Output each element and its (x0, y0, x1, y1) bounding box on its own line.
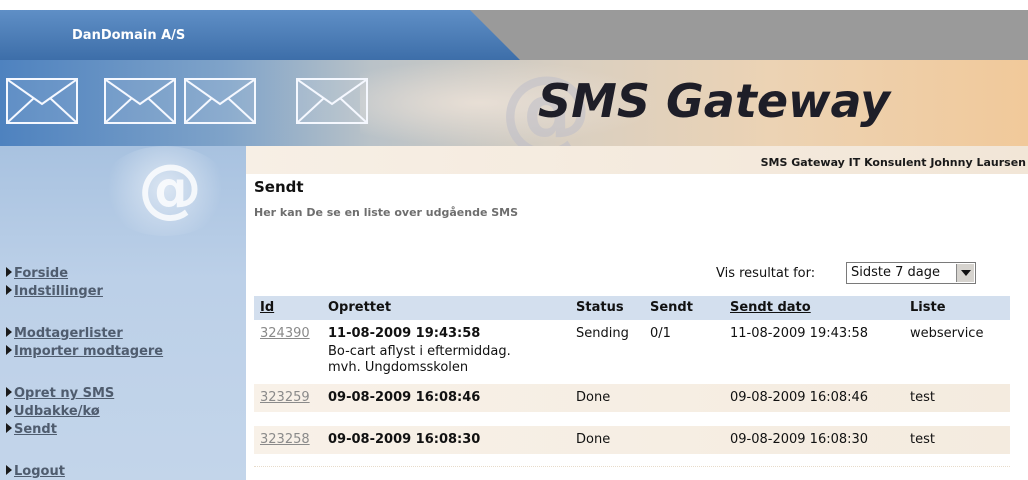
nav-udbakke-label: Udbakke/kø (14, 404, 100, 419)
top-bar: DanDomain A/S (0, 0, 1028, 60)
consultant-name: SMS Gateway IT Konsulent Johnny Laursen (760, 156, 1026, 169)
nav-importer-label: Importer modtagere (14, 344, 164, 359)
row-id-link[interactable]: 323258 (260, 432, 310, 447)
page-subtitle: Her kan De se en liste over udgående SMS (254, 206, 519, 219)
table-divider (254, 466, 1010, 467)
arrow-right-icon (6, 465, 12, 475)
row-list: webservice (910, 326, 984, 341)
nav-forside[interactable]: Forside (6, 266, 68, 281)
row-created: 11-08-2009 19:43:58 (328, 326, 481, 341)
envelope-icon (104, 78, 176, 124)
nav-logout[interactable]: Logout (6, 464, 65, 479)
nav-modtagerlister[interactable]: Modtagerlister (6, 326, 123, 341)
row-message-line: mvh. Ungdomsskolen (328, 360, 469, 375)
envelope-icon (296, 78, 368, 124)
column-header-list: Liste (910, 300, 946, 315)
row-id-link[interactable]: 323259 (260, 390, 310, 405)
arrow-right-icon (6, 423, 12, 433)
arrow-right-icon (6, 285, 12, 295)
app-title: SMS Gateway (538, 74, 891, 128)
table-header: Id Oprettet Status Sendt Sendt dato List… (254, 296, 1010, 320)
table-row: 323259 09-08-2009 16:08:46 Done 09-08-20… (254, 384, 1010, 412)
row-status: Done (576, 390, 611, 405)
nav-logout-label: Logout (14, 464, 65, 479)
row-status: Done (576, 432, 611, 447)
table-row: 324390 11-08-2009 19:43:58 Bo-cart aflys… (254, 322, 1010, 380)
nav-indstillinger[interactable]: Indstillinger (6, 284, 103, 299)
row-list: test (910, 432, 935, 447)
row-created: 09-08-2009 16:08:46 (328, 390, 481, 405)
period-select-value: Sidste 7 dage (851, 265, 940, 280)
header-banner: @ SMS Gateway (0, 60, 1028, 146)
nav-forside-label: Forside (14, 266, 69, 281)
arrow-right-icon (6, 405, 12, 415)
row-id-link[interactable]: 324390 (260, 326, 310, 341)
nav-sendt-label: Sendt (14, 422, 57, 437)
arrow-right-icon (6, 345, 12, 355)
company-tab[interactable]: DanDomain A/S (0, 10, 520, 60)
arrow-right-icon (6, 327, 12, 337)
column-header-sent-date[interactable]: Sendt dato (730, 300, 811, 315)
sidebar: @ Forside Indstillinger Modtagerlister I… (0, 146, 246, 480)
row-sent-date: 09-08-2009 16:08:46 (730, 390, 869, 405)
row-created: 09-08-2009 16:08:30 (328, 432, 481, 447)
arrow-right-icon (6, 267, 12, 277)
period-select[interactable]: Sidste 7 dage (846, 262, 976, 284)
main-content: SMS Gateway IT Konsulent Johnny Laursen … (246, 146, 1028, 480)
nav-opret-ny-sms[interactable]: Opret ny SMS (6, 386, 114, 401)
table-row: 323258 09-08-2009 16:08:30 Done 09-08-20… (254, 426, 1010, 454)
nav-opret-label: Opret ny SMS (14, 386, 115, 401)
column-header-id[interactable]: Id (260, 300, 274, 315)
filter-label: Vis resultat for: (716, 266, 816, 281)
column-header-sent: Sendt (650, 300, 693, 315)
arrow-right-icon (6, 387, 12, 397)
page-title: Sendt (254, 178, 304, 196)
nav-sendt[interactable]: Sendt (6, 422, 57, 437)
chevron-down-icon[interactable] (956, 264, 974, 282)
column-header-status: Status (576, 300, 624, 315)
envelope-icon (184, 78, 256, 124)
at-sign-icon: @ (100, 146, 230, 236)
nav-udbakke[interactable]: Udbakke/kø (6, 404, 100, 419)
nav-indstillinger-label: Indstillinger (14, 284, 103, 299)
row-message-line: Bo-cart aflyst i eftermiddag. (328, 344, 511, 359)
row-status: Sending (576, 326, 629, 341)
nav-modtagerlister-label: Modtagerlister (14, 326, 123, 341)
company-tab-label: DanDomain A/S (72, 28, 186, 43)
nav-importer-modtagere[interactable]: Importer modtagere (6, 344, 163, 359)
row-list: test (910, 390, 935, 405)
envelope-icon (6, 78, 78, 124)
row-sent-date: 11-08-2009 19:43:58 (730, 326, 869, 341)
row-sent-count: 0/1 (650, 326, 671, 341)
column-header-created: Oprettet (328, 300, 392, 315)
row-sent-date: 09-08-2009 16:08:30 (730, 432, 869, 447)
